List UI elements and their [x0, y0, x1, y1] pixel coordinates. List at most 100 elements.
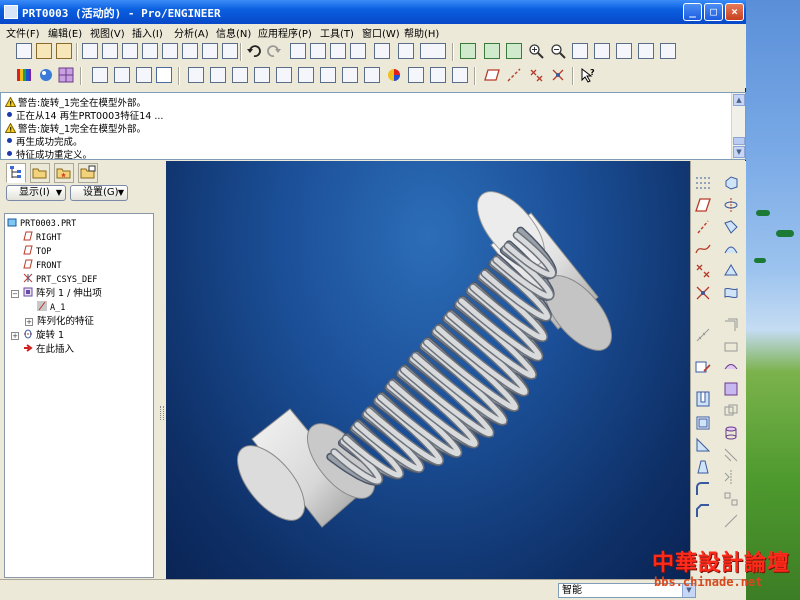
color-map-icon[interactable]: [386, 67, 402, 83]
menu-tools[interactable]: 工具(T): [320, 25, 354, 40]
message-scrollbar[interactable]: ▲ ▼: [731, 93, 745, 159]
send-mail-icon[interactable]: [162, 43, 178, 59]
datum-plane-tool-icon[interactable]: [695, 197, 711, 213]
datum-point-tool-icon[interactable]: [695, 263, 711, 279]
zoom-in-icon[interactable]: [528, 43, 544, 59]
title-bar[interactable]: PRT0003 (活动的) - Pro/ENGINEER _ □ ×: [0, 0, 746, 24]
thicken-tool-icon[interactable]: [723, 339, 739, 355]
datum-plane-display-icon[interactable]: [188, 67, 204, 83]
sketch-tool-icon[interactable]: [695, 359, 711, 375]
panel-resizer[interactable]: [158, 161, 166, 579]
mirror-tool-icon[interactable]: [723, 469, 739, 485]
analysis-feature-icon[interactable]: [695, 327, 711, 343]
redraw-icon[interactable]: [460, 43, 476, 59]
tab-folder-browser[interactable]: [30, 163, 50, 183]
curvature-icon[interactable]: [364, 67, 380, 83]
datum-csys-tool-icon[interactable]: [695, 285, 711, 301]
layers-icon[interactable]: [638, 43, 654, 59]
rotate-center-icon[interactable]: [298, 67, 314, 83]
extrude-tool-icon[interactable]: [723, 175, 739, 191]
orient-mode-icon[interactable]: [506, 43, 522, 59]
clipboard-icon[interactable]: [222, 43, 238, 59]
pattern-tool-icon[interactable]: [723, 491, 739, 507]
datum-point-tool-icon[interactable]: [528, 67, 544, 83]
rib-tool-icon[interactable]: [695, 437, 711, 453]
copy-icon[interactable]: [310, 43, 326, 59]
tree-item-front[interactable]: FRONT: [23, 259, 62, 272]
minimize-button[interactable]: _: [683, 3, 702, 21]
merge-tool-icon[interactable]: [723, 359, 739, 375]
datum-curve-tool-icon[interactable]: [695, 241, 711, 257]
csys-display-icon[interactable]: [254, 67, 270, 83]
menu-edit[interactable]: 编辑(E): [48, 25, 82, 40]
select-box-dropdown-icon[interactable]: [420, 43, 446, 59]
intersect-tool-icon[interactable]: [723, 403, 739, 419]
draft-check-icon[interactable]: [452, 67, 468, 83]
save-icon[interactable]: [82, 43, 98, 59]
tree-item-csys[interactable]: PRT_CSYS_DEF: [23, 273, 97, 286]
resizer-grip[interactable]: [160, 406, 164, 420]
redo-icon[interactable]: [266, 43, 282, 59]
datum-display-filter-icon[interactable]: [695, 175, 711, 191]
datum-axis-tool-icon[interactable]: [506, 67, 522, 83]
view-manager-icon[interactable]: [660, 43, 676, 59]
trim-tool-icon[interactable]: [723, 381, 739, 397]
tree-item-patterned-features[interactable]: 阵列化的特征: [37, 315, 94, 328]
open-folder-icon[interactable]: [36, 43, 52, 59]
new-file-icon[interactable]: [16, 43, 32, 59]
expand-toggle-icon[interactable]: +: [11, 332, 19, 340]
extend-tool-icon[interactable]: [723, 513, 739, 529]
variable-sweep-icon[interactable]: [723, 219, 739, 235]
delete-icon[interactable]: [202, 43, 218, 59]
datum-plane-tool-icon[interactable]: [484, 67, 500, 83]
menu-help[interactable]: 帮助(H): [404, 25, 439, 40]
wireframe-icon[interactable]: [92, 67, 108, 83]
paste-icon[interactable]: [330, 43, 346, 59]
save-copy-icon[interactable]: [102, 43, 118, 59]
annotation-display-icon[interactable]: [276, 67, 292, 83]
hole-tool-icon[interactable]: [695, 391, 711, 407]
open-session-icon[interactable]: [56, 43, 72, 59]
tree-item-revolve[interactable]: 旋转 1: [23, 329, 64, 342]
chamfer-tool-icon[interactable]: [695, 503, 711, 519]
menu-analysis[interactable]: 分析(A): [174, 25, 209, 40]
shading-icon[interactable]: [156, 67, 172, 83]
spin-center-icon[interactable]: [484, 43, 500, 59]
scroll-up-icon[interactable]: ▲: [733, 94, 745, 106]
regenerate-icon[interactable]: [374, 43, 390, 59]
cylinder-tool-icon[interactable]: [723, 425, 739, 441]
expand-toggle-icon[interactable]: +: [25, 318, 33, 326]
datum-axis-tool-icon[interactable]: [695, 219, 711, 235]
scene-icon[interactable]: [38, 67, 54, 83]
deviation-icon[interactable]: [430, 67, 446, 83]
tree-item-part[interactable]: PRT0003.PRT: [7, 217, 76, 230]
menu-view[interactable]: 视图(V): [90, 25, 125, 40]
tab-connections[interactable]: [78, 163, 98, 183]
saved-views-icon[interactable]: [616, 43, 632, 59]
undo-icon[interactable]: [246, 43, 262, 59]
menu-file[interactable]: 文件(F): [6, 25, 40, 40]
menu-applications[interactable]: 应用程序(P): [258, 25, 312, 40]
menu-info[interactable]: 信息(N): [216, 25, 251, 40]
no-hidden-icon[interactable]: [136, 67, 152, 83]
hidden-line-icon[interactable]: [114, 67, 130, 83]
show-dropdown-button[interactable]: 显示(I) ▼: [6, 185, 66, 201]
texture-icon[interactable]: [58, 67, 74, 83]
tree-item-top[interactable]: TOP: [23, 245, 51, 258]
cut-icon[interactable]: [290, 43, 306, 59]
datum-csys-tool-icon[interactable]: [550, 67, 566, 83]
scroll-thumb[interactable]: [733, 137, 745, 145]
close-button[interactable]: ×: [725, 3, 744, 21]
coil-spring-model[interactable]: [166, 161, 690, 579]
scroll-down-icon[interactable]: ▼: [733, 146, 745, 158]
style-tool-icon[interactable]: [723, 263, 739, 279]
settings-dropdown-button[interactable]: 设置(G) ▼: [70, 185, 128, 201]
point-display-icon[interactable]: [232, 67, 248, 83]
reorient-icon[interactable]: [594, 43, 610, 59]
mail-attachment-icon[interactable]: [182, 43, 198, 59]
maximize-button[interactable]: □: [704, 3, 723, 21]
revolve-tool-icon[interactable]: [723, 197, 739, 213]
collapse-toggle-icon[interactable]: −: [11, 290, 19, 298]
tree-item-pattern[interactable]: 阵列 1 / 伸出项: [23, 287, 102, 300]
appearance-color-icon[interactable]: [16, 67, 32, 83]
